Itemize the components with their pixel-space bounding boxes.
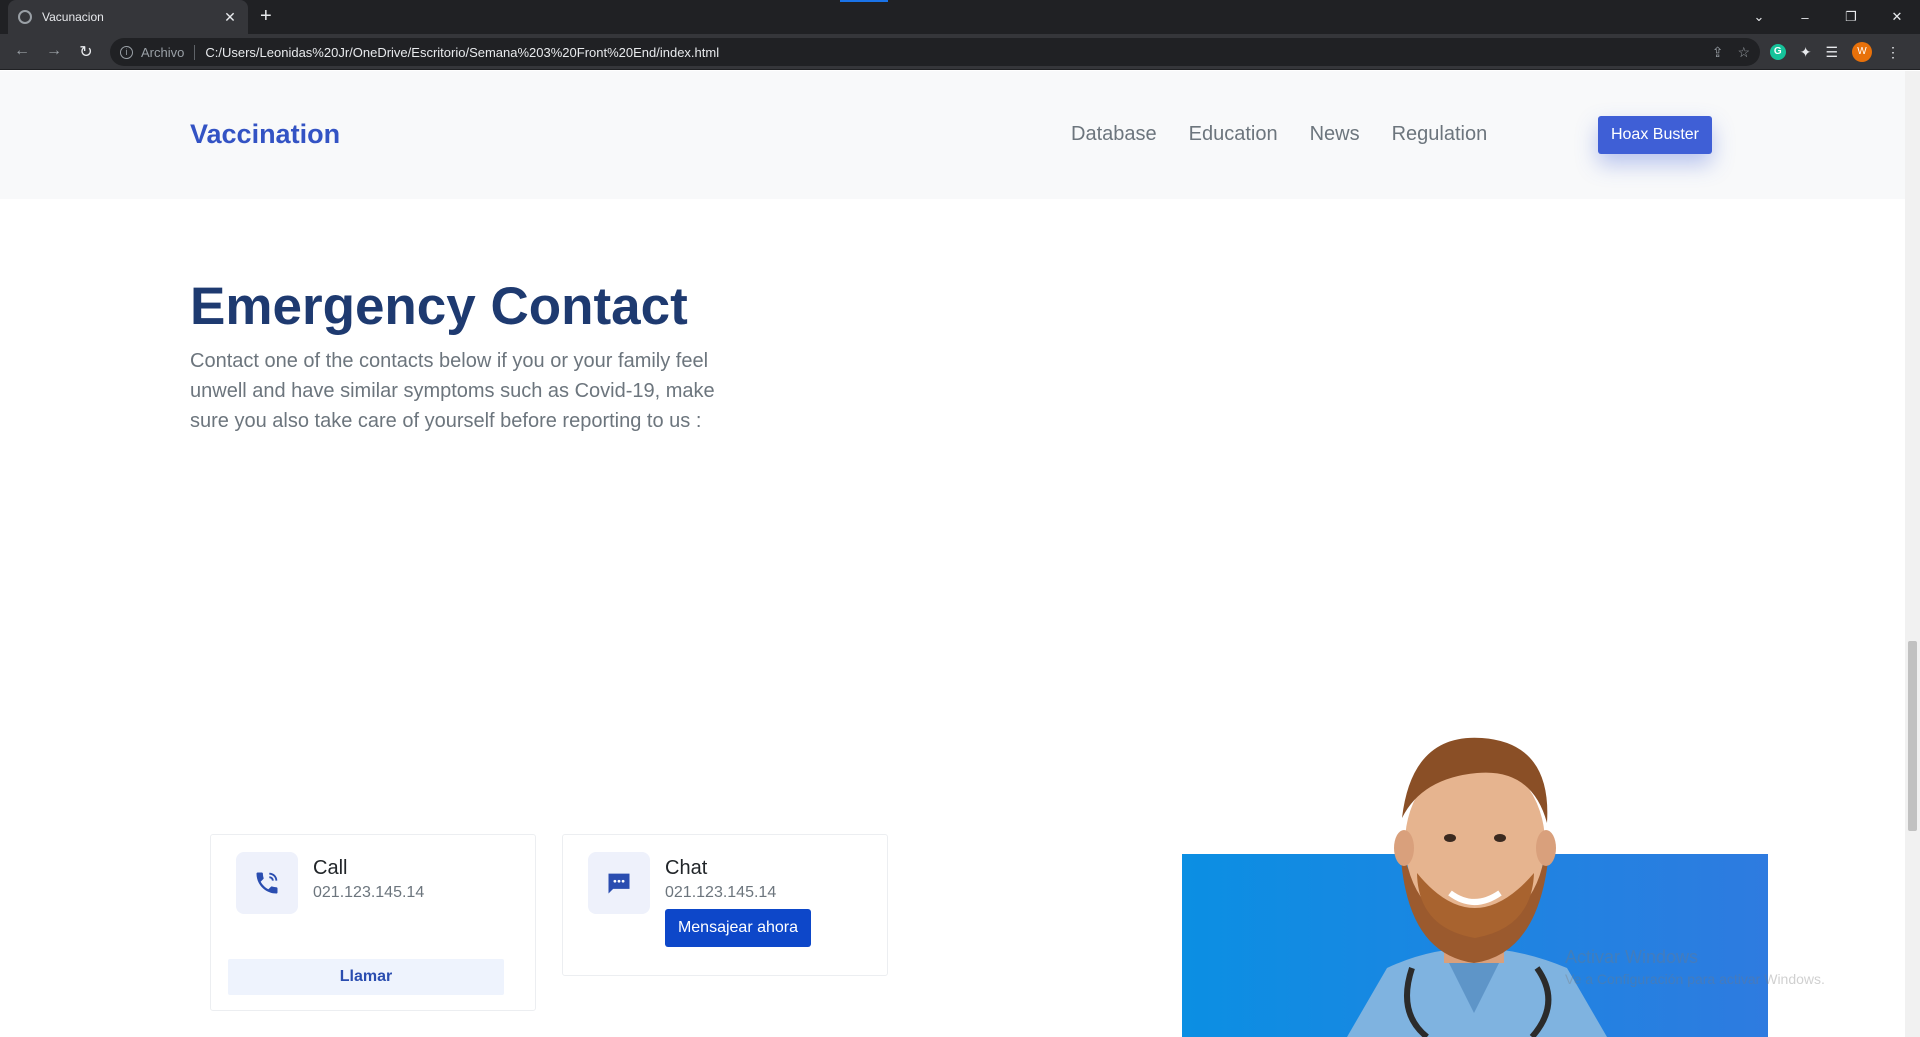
close-window-button[interactable]: ✕ <box>1874 9 1920 25</box>
message-now-button[interactable]: Mensajear ahora <box>665 909 811 947</box>
bookmark-star-icon[interactable]: ☆ <box>1737 44 1750 61</box>
nav-regulation[interactable]: Regulation <box>1392 123 1488 146</box>
back-icon[interactable]: ← <box>12 42 32 60</box>
hoax-buster-button[interactable]: Hoax Buster <box>1598 116 1712 154</box>
chat-icon <box>588 852 650 914</box>
call-title: Call <box>313 857 348 879</box>
chat-title: Chat <box>665 857 708 879</box>
scrollbar-thumb[interactable] <box>1908 641 1917 831</box>
call-card: Call 021.123.145.14 Llamar <box>210 834 536 1011</box>
windows-watermark-title: Activar Windows <box>1565 947 1699 967</box>
reading-list-icon[interactable]: ☰ <box>1825 44 1838 61</box>
share-icon[interactable]: ⇪ <box>1712 44 1724 61</box>
new-tab-button[interactable]: + <box>260 6 272 26</box>
tab-search-button[interactable]: ⌄ <box>1736 9 1782 25</box>
brand-logo[interactable]: Vaccination <box>190 119 340 150</box>
chat-number: 021.123.145.14 <box>665 884 777 901</box>
call-number: 021.123.145.14 <box>313 884 425 901</box>
windows-watermark-subtitle: Ve a Configuración para activar Windows. <box>1565 971 1825 987</box>
doctor-image <box>1182 713 1768 1037</box>
extensions-icon[interactable]: ✦ <box>1800 44 1812 61</box>
intro-text: Contact one of the contacts below if you… <box>190 350 715 432</box>
chat-card: Chat 021.123.145.14 Mensajear ahora <box>562 834 888 976</box>
tab-strip-indicator <box>840 0 888 2</box>
site-header: Vaccination Database Education News Regu… <box>0 71 1905 199</box>
globe-icon <box>18 10 32 24</box>
phone-icon <box>236 852 298 914</box>
profile-avatar[interactable]: W <box>1852 42 1872 62</box>
window-controls: ⌄ – ❐ ✕ <box>1736 0 1920 34</box>
browser-tabbar: Vacunacion ✕ + ⌄ – ❐ ✕ <box>0 0 1920 34</box>
url-text[interactable]: C:/Users/Leonidas%20Jr/OneDrive/Escritor… <box>205 45 719 60</box>
page-scrollbar[interactable] <box>1905 71 1920 1037</box>
page-viewport: Vaccination Database Education News Regu… <box>0 71 1905 1037</box>
address-label: Archivo <box>141 44 196 60</box>
site-nav: Database Education News Regulation <box>1071 123 1487 146</box>
address-bar[interactable]: i Archivo C:/Users/Leonidas%20Jr/OneDriv… <box>110 38 1760 66</box>
reload-icon[interactable]: ↻ <box>76 42 96 62</box>
nav-education[interactable]: Education <box>1189 123 1278 146</box>
info-icon[interactable]: i <box>120 45 133 59</box>
browser-toolbar: ← → ↻ i Archivo C:/Users/Leonidas%20Jr/O… <box>0 34 1920 70</box>
nav-news[interactable]: News <box>1310 123 1360 146</box>
browser-tab[interactable]: Vacunacion ✕ <box>8 0 248 34</box>
restore-button[interactable]: ❐ <box>1828 9 1874 25</box>
tab-title: Vacunacion <box>42 10 104 24</box>
nav-database[interactable]: Database <box>1071 123 1157 146</box>
menu-icon[interactable]: ⋮ <box>1886 44 1900 61</box>
page-title: Emergency Contact <box>190 277 688 336</box>
minimize-button[interactable]: – <box>1782 10 1828 25</box>
forward-icon[interactable]: → <box>44 42 64 60</box>
close-tab-icon[interactable]: ✕ <box>222 9 238 26</box>
grammarly-icon[interactable]: G <box>1769 44 1786 60</box>
call-button[interactable]: Llamar <box>228 959 504 995</box>
